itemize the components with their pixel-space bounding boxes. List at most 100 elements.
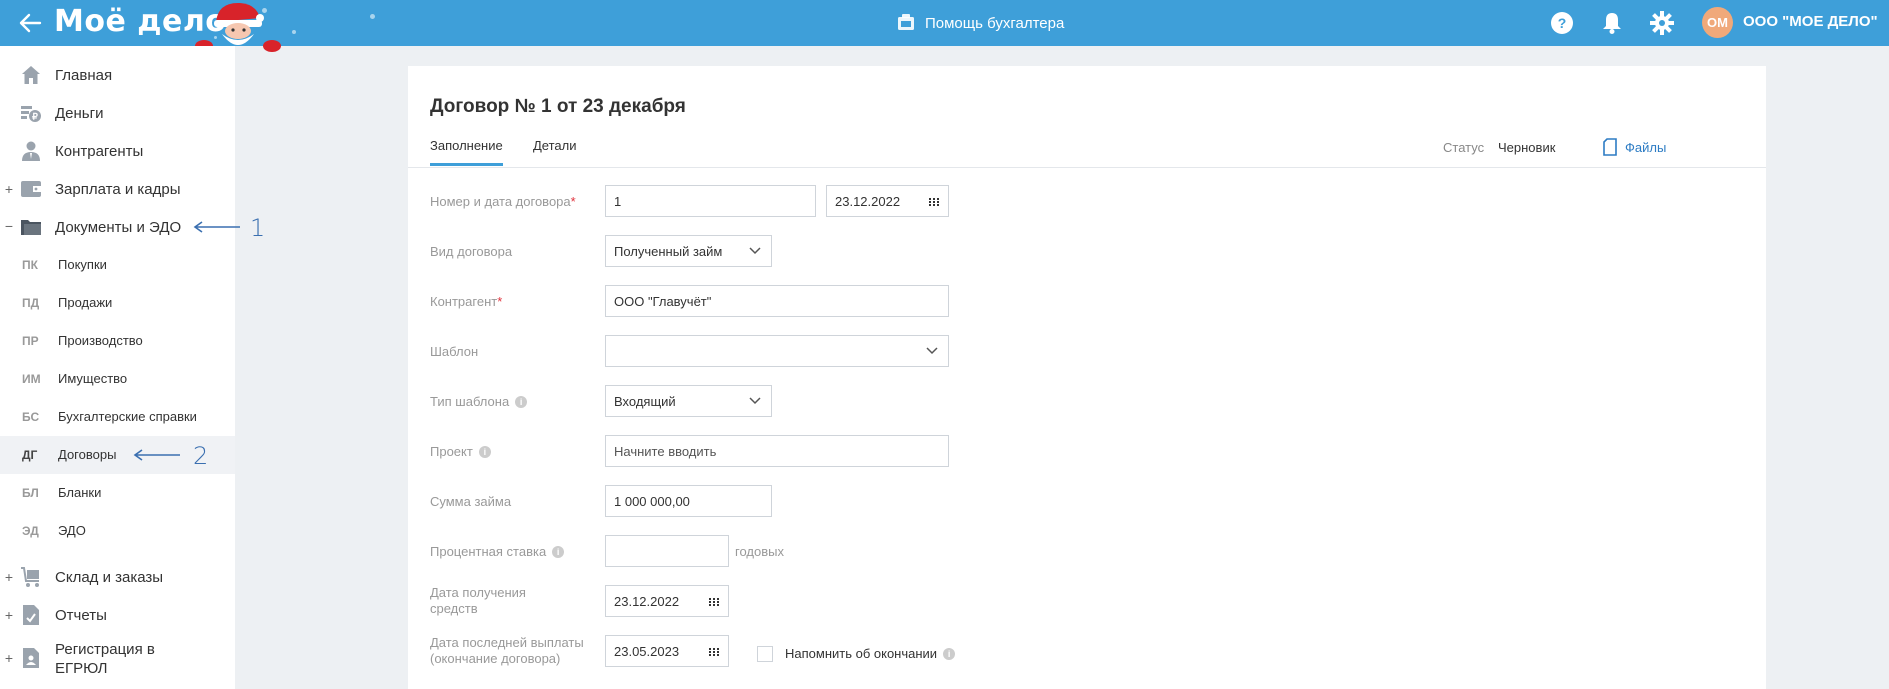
question-icon[interactable]: ? [1549, 10, 1575, 36]
expand-toggle[interactable]: + [4, 607, 14, 623]
receive-date-label: Дата получения средств [430, 585, 526, 617]
calendar-icon[interactable] [708, 596, 720, 608]
registration-icon [23, 648, 39, 668]
chevron-down-icon [749, 397, 761, 405]
subitem-abbr: ПР [22, 334, 39, 348]
sidebar-item-contractors[interactable]: Контрагенты [0, 136, 235, 166]
files-label: Файлы [1625, 139, 1667, 155]
annotation-label: 2 [193, 442, 209, 470]
expand-toggle[interactable]: + [4, 650, 14, 666]
field-label-text: Тип шаблона [430, 394, 510, 409]
select-value: Входящий [614, 393, 676, 409]
top-bar: Моё дело Помощь бухгалтера ? ОМ ООО "МОЕ… [0, 0, 1889, 52]
sidebar-subitem-sales[interactable]: ПД Продажи [0, 284, 235, 322]
contract-number-input[interactable]: 1 [605, 185, 816, 217]
template-type-select[interactable]: Входящий [605, 385, 772, 417]
info-icon[interactable]: i [552, 546, 565, 558]
sidebar-item-salary[interactable]: + Зарплата и кадры [0, 174, 235, 204]
sidebar-subitem-forms[interactable]: БЛ Бланки [0, 474, 235, 512]
files-link[interactable]: Файлы [1603, 138, 1666, 156]
field-label-text: Контрагент [430, 294, 498, 309]
last-payment-date-input[interactable]: 23.05.2023 [605, 635, 729, 667]
input-value: 23.05.2023 [614, 643, 680, 659]
loan-amount-label: Сумма займа [430, 494, 512, 509]
file-icon [1603, 138, 1617, 156]
sidebar-subitem-edo[interactable]: ЭД ЭДО [0, 512, 235, 550]
sidebar-subitem-property[interactable]: ИМ Имущество [0, 360, 235, 398]
last-payment-date-label: Дата последней выплаты (окончание догово… [430, 635, 584, 667]
sidebar-item-home[interactable]: Главная [0, 60, 235, 90]
remind-checkbox[interactable] [757, 646, 773, 662]
help-center-link[interactable]: Помощь бухгалтера [896, 10, 1064, 36]
collapse-toggle[interactable]: − [4, 218, 14, 234]
expand-toggle[interactable]: + [4, 569, 14, 585]
sidebar-subitem-purchases[interactable]: ПК Покупки [0, 246, 235, 284]
sidebar-subitem-accounting-notes[interactable]: БС Бухгалтерские справки [0, 398, 235, 436]
sidebar-item-registration[interactable]: + Регистрация в ЕГРЮЛ [0, 638, 235, 678]
gear-icon[interactable] [1649, 10, 1675, 36]
svg-text:?: ? [1558, 15, 1567, 31]
project-label: Проект i [430, 444, 491, 460]
info-icon[interactable]: i [515, 396, 528, 408]
money-icon: ₽ [21, 106, 41, 122]
input-value: ООО "Главучёт" [614, 293, 712, 309]
calendar-icon[interactable] [928, 196, 940, 208]
chevron-down-icon [749, 247, 761, 255]
tab-details[interactable]: Детали [533, 138, 577, 163]
receive-date-input[interactable]: 23.12.2022 [605, 585, 729, 617]
expand-toggle[interactable]: + [4, 181, 14, 197]
sidebar-item-label: Деньги [55, 105, 104, 122]
warehouse-icon [21, 567, 39, 587]
field-label-text: Дата получения [430, 585, 526, 600]
loan-amount-input[interactable]: 1 000 000,00 [605, 485, 772, 517]
annotation-arrow-icon [133, 449, 180, 461]
help-book-icon [898, 14, 914, 30]
subitem-abbr: ЭД [22, 524, 39, 538]
info-icon[interactable]: i [478, 446, 491, 458]
sidebar: Главная ₽ Деньги Контрагенты + Зарплата … [0, 46, 265, 689]
sidebar-item-label: Отчеты [55, 607, 107, 624]
sidebar-item-label: Контрагенты [55, 143, 144, 160]
organization-name[interactable]: ООО "МОЕ ДЕЛО" [1743, 13, 1878, 30]
subitem-label: Бухгалтерские справки [58, 409, 197, 424]
subitem-label: Имущество [58, 371, 128, 386]
calendar-icon[interactable] [708, 646, 720, 658]
subitem-label: ЭДО [58, 523, 86, 538]
template-label: Шаблон [430, 344, 479, 359]
sidebar-subitem-production[interactable]: ПР Производство [0, 322, 235, 360]
avatar[interactable]: ОМ [1702, 7, 1733, 38]
contractors-icon [22, 141, 40, 161]
status-label: Статус [1443, 140, 1485, 155]
interest-rate-input[interactable] [605, 535, 729, 567]
select-value: Полученный займ [614, 243, 723, 259]
bell-icon[interactable] [1599, 10, 1625, 36]
snowflake-decoration [370, 14, 375, 19]
sidebar-item-reports[interactable]: + Отчеты [0, 600, 235, 630]
contract-number-date-label: Номер и дата договора* [430, 194, 576, 210]
subitem-abbr: БС [22, 410, 40, 424]
tab-filling[interactable]: Заполнение [430, 138, 503, 166]
template-select[interactable] [605, 335, 949, 367]
field-label-text: Проект [430, 444, 473, 459]
sidebar-item-warehouse[interactable]: + Склад и заказы [0, 562, 235, 592]
home-icon [22, 66, 40, 84]
info-icon[interactable]: i [943, 648, 956, 660]
contract-type-select[interactable]: Полученный займ [605, 235, 772, 267]
reports-icon [23, 605, 39, 625]
input-value: 1 000 000,00 [614, 493, 690, 509]
contract-type-label: Вид договора [430, 244, 513, 259]
input-value: 1 [614, 193, 622, 209]
sidebar-item-money[interactable]: ₽ Деньги [0, 98, 235, 128]
help-center-label: Помощь бухгалтера [925, 14, 1065, 32]
project-input[interactable]: Начните вводить [605, 435, 949, 467]
input-value: 23.12.2022 [614, 593, 680, 609]
wallet-icon [21, 181, 41, 197]
subitem-label: Бланки [58, 485, 102, 500]
field-label-text: Дата последней выплаты [430, 635, 584, 650]
chevron-down-icon [926, 347, 938, 355]
back-arrow-icon[interactable] [16, 9, 44, 37]
contractor-input[interactable]: ООО "Главучёт" [605, 285, 949, 317]
contract-date-input[interactable]: 23.12.2022 [826, 185, 949, 217]
subitem-label: Покупки [58, 257, 107, 272]
snowflake-decoration [292, 30, 296, 34]
